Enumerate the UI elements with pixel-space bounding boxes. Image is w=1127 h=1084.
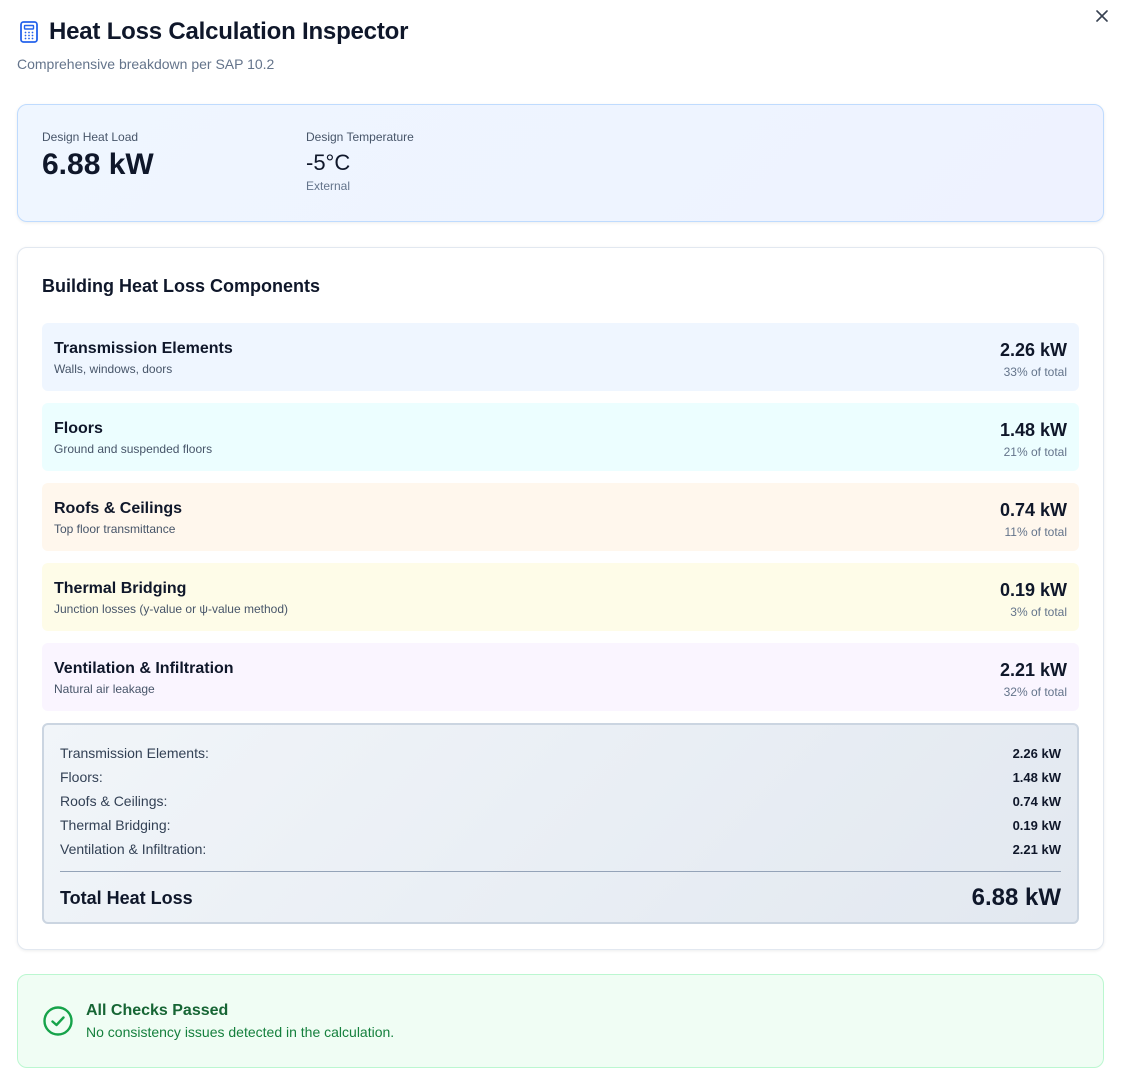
component-desc: Top floor transmittance	[54, 522, 176, 536]
component-pct: 11% of total	[1004, 525, 1067, 539]
totals-value: 0.74 kW	[1012, 793, 1061, 809]
totals-row: Roofs & Ceilings: 0.74 kW	[60, 789, 1061, 813]
page-title: Heat Loss Calculation Inspector	[49, 18, 409, 45]
totals-label: Ventilation & Infiltration:	[60, 841, 207, 857]
grand-total-value: 6.88 kW	[971, 884, 1061, 911]
component-value: 0.74 kW	[999, 500, 1067, 520]
heat-load-value: 6.88 kW	[42, 148, 154, 181]
totals-label: Thermal Bridging:	[60, 817, 171, 833]
temperature-label: Design Temperature	[306, 130, 414, 144]
title-row: Heat Loss Calculation Inspector	[19, 18, 1104, 46]
inspector-dialog: Heat Loss Calculation Inspector Comprehe…	[0, 0, 1127, 1084]
component-name: Transmission Elements	[54, 340, 233, 357]
component-ventilation: Ventilation & Infiltration Natural air l…	[42, 643, 1079, 711]
heat-load-label: Design Heat Load	[42, 130, 139, 144]
temperature-sub: External	[306, 179, 351, 193]
component-name: Roofs & Ceilings	[54, 500, 183, 517]
design-temperature: Design Temperature -5°C External	[306, 130, 570, 221]
component-pct: 21% of total	[1003, 445, 1067, 459]
component-roofs: Roofs & Ceilings Top floor transmittance…	[42, 483, 1079, 551]
section-title: Building Heat Loss Components	[42, 276, 321, 296]
grand-total: Total Heat Loss 6.88 kW	[60, 884, 1061, 912]
component-desc: Natural air leakage	[54, 682, 155, 696]
status-banner: All Checks Passed No consistency issues …	[17, 974, 1104, 1068]
component-value: 0.19 kW	[999, 580, 1067, 600]
status-desc: No consistency issues detected in the ca…	[86, 1024, 395, 1040]
component-thermal-bridging: Thermal Bridging Junction losses (y-valu…	[42, 563, 1079, 631]
totals-label: Roofs & Ceilings:	[60, 793, 168, 809]
check-circle-icon	[43, 1006, 73, 1036]
component-transmission: Transmission Elements Walls, windows, do…	[42, 323, 1079, 391]
component-desc: Walls, windows, doors	[54, 362, 173, 376]
component-value: 2.26 kW	[999, 340, 1067, 360]
totals-row: Floors: 1.48 kW	[60, 765, 1061, 789]
design-heat-load: Design Heat Load 6.88 kW	[42, 130, 306, 221]
component-name: Ventilation & Infiltration	[54, 660, 234, 677]
close-button[interactable]	[1091, 5, 1113, 27]
component-name: Floors	[54, 420, 103, 437]
totals-row: Transmission Elements: 2.26 kW	[60, 741, 1061, 765]
page-subtitle: Comprehensive breakdown per SAP 10.2	[17, 56, 275, 72]
totals-value: 0.19 kW	[1012, 817, 1061, 833]
calculator-icon	[20, 21, 38, 43]
totals-value: 2.21 kW	[1012, 841, 1061, 857]
summary-card: Design Heat Load 6.88 kW Design Temperat…	[17, 104, 1104, 222]
header: Heat Loss Calculation Inspector Comprehe…	[17, 0, 1104, 72]
grand-total-label: Total Heat Loss	[60, 887, 193, 908]
component-list: Transmission Elements Walls, windows, do…	[42, 323, 1079, 711]
component-floors: Floors Ground and suspended floors 1.48 …	[42, 403, 1079, 471]
totals-label: Floors:	[60, 769, 103, 785]
component-value: 2.21 kW	[999, 660, 1067, 680]
component-name: Thermal Bridging	[54, 580, 187, 597]
close-icon	[1096, 10, 1108, 22]
component-pct: 33% of total	[1003, 365, 1067, 379]
totals-value: 1.48 kW	[1012, 769, 1061, 785]
component-pct: 3% of total	[1010, 605, 1067, 619]
component-value: 1.48 kW	[999, 420, 1067, 440]
totals-row: Ventilation & Infiltration: 2.21 kW	[60, 837, 1061, 861]
status-title: All Checks Passed	[86, 1002, 229, 1019]
totals-label: Transmission Elements:	[60, 745, 209, 761]
components-card: Building Heat Loss Components Transmissi…	[17, 247, 1104, 950]
temperature-value: -5°C	[306, 150, 351, 175]
component-pct: 32% of total	[1003, 685, 1067, 699]
totals-value: 2.26 kW	[1012, 745, 1061, 761]
totals-divider	[60, 871, 1061, 872]
component-desc: Ground and suspended floors	[54, 442, 213, 456]
component-desc: Junction losses (y-value or ψ-value meth…	[54, 602, 288, 616]
totals-row: Thermal Bridging: 0.19 kW	[60, 813, 1061, 837]
totals-summary: Transmission Elements: 2.26 kW Floors: 1…	[42, 723, 1079, 924]
